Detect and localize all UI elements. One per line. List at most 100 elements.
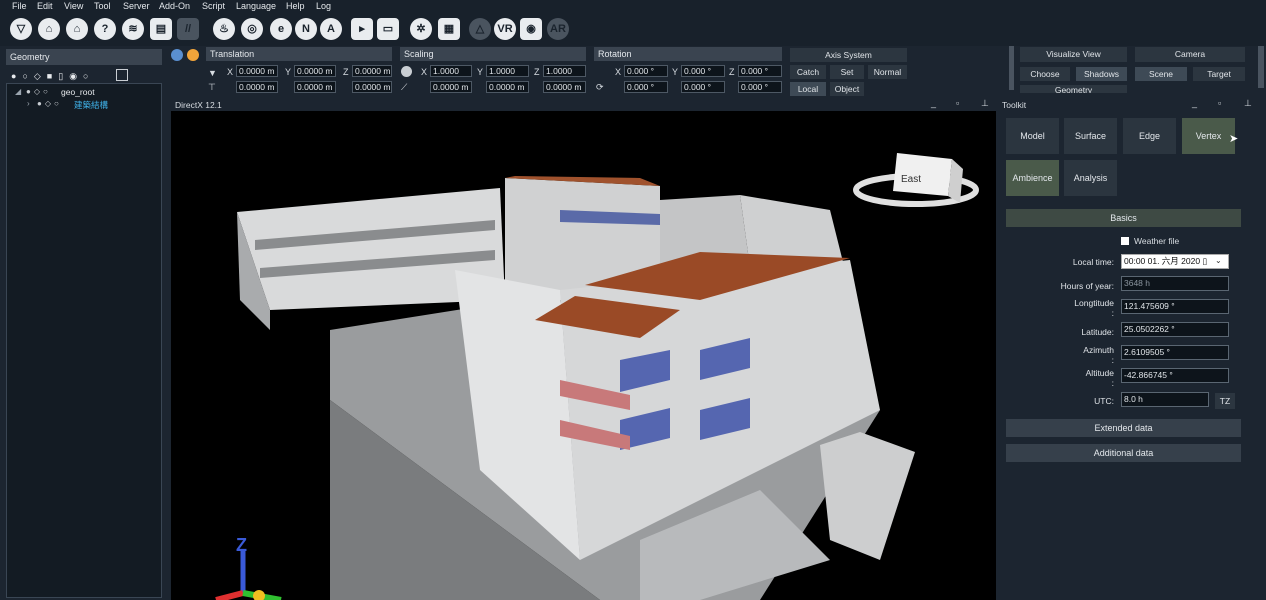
scaling-x2-input[interactable]: 0.0000 m xyxy=(430,81,472,93)
trash-icon[interactable]: ▯ xyxy=(58,71,69,81)
translation-x-input[interactable]: 0.0000 m xyxy=(236,65,278,77)
unlock-icon[interactable]: ◇ xyxy=(34,71,47,81)
toolkit-minimize-icon[interactable]: _ xyxy=(1192,98,1197,108)
calculator-icon[interactable]: ▦ xyxy=(438,18,460,40)
menu-language[interactable]: Language xyxy=(236,1,276,11)
lock-closed-icon[interactable]: ■ xyxy=(47,71,58,81)
hours-input[interactable]: 3648 h xyxy=(1121,276,1229,291)
toolkit-maximize-icon[interactable]: ▫ xyxy=(1218,98,1221,108)
translation-y-input[interactable]: 0.0000 m xyxy=(294,65,336,77)
globe-icon[interactable]: ◎ xyxy=(241,18,263,40)
coordinate-icon[interactable] xyxy=(171,49,183,61)
rotation-x2-input[interactable]: 0.000 ° xyxy=(624,81,668,93)
house-icon[interactable]: ⌂ xyxy=(66,18,88,40)
scaling-y-input[interactable]: 1.0000 xyxy=(486,65,529,77)
menu-view[interactable]: View xyxy=(64,1,83,11)
translation-y2-input[interactable]: 0.0000 m xyxy=(294,81,336,93)
normal-button[interactable]: Normal xyxy=(868,65,907,79)
longitude-input[interactable]: 121.475609 ° xyxy=(1121,299,1229,314)
bulb-icon[interactable]: ● xyxy=(11,71,22,81)
collapse-icon[interactable]: › xyxy=(27,99,30,108)
pin-panel-icon[interactable]: ⊥ xyxy=(981,98,989,109)
altitude-input[interactable]: -42.866745 ° xyxy=(1121,368,1229,383)
menu-script[interactable]: Script xyxy=(202,1,225,11)
ar-icon[interactable]: AR xyxy=(547,18,569,40)
toolkit-pin-icon[interactable]: ⊥ xyxy=(1244,98,1252,109)
node-state-icons[interactable]: ●◇○ xyxy=(26,87,51,96)
maximize-icon[interactable]: ▫ xyxy=(956,98,959,108)
menu-server[interactable]: Server xyxy=(123,1,150,11)
menu-add-on[interactable]: Add-On xyxy=(159,1,190,11)
scene-button[interactable]: Scene xyxy=(1135,67,1187,81)
document-icon[interactable]: ▤ xyxy=(150,18,172,40)
fire-icon[interactable]: ♨ xyxy=(213,18,235,40)
lock-icon[interactable] xyxy=(187,49,199,61)
rotation-y-input[interactable]: 0.000 ° xyxy=(681,65,725,77)
rotation-z2-input[interactable]: 0.000 ° xyxy=(738,81,782,93)
tab-vertex[interactable]: Vertex xyxy=(1182,118,1235,154)
terminal-icon[interactable]: ▸ xyxy=(351,18,373,40)
menu-file[interactable]: File xyxy=(12,1,27,11)
scaling-z2-input[interactable]: 0.0000 m xyxy=(543,81,586,93)
weather-file-checkbox[interactable] xyxy=(1121,237,1129,245)
circle-icon[interactable]: ○ xyxy=(83,71,94,81)
additional-data-section[interactable]: Additional data xyxy=(1006,444,1241,462)
target-icon[interactable]: ◉ xyxy=(69,71,83,81)
rotation-y2-input[interactable]: 0.000 ° xyxy=(681,81,725,93)
tab-surface[interactable]: Surface xyxy=(1064,118,1117,154)
rotation-x-input[interactable]: 0.000 ° xyxy=(624,65,668,77)
help-icon[interactable]: ? xyxy=(94,18,116,40)
camera-icon[interactable]: ◉ xyxy=(520,18,542,40)
filter-icon[interactable]: ▽ xyxy=(10,18,32,40)
translation-x2-input[interactable]: 0.0000 m xyxy=(236,81,278,93)
n-icon[interactable]: N xyxy=(295,18,317,40)
catch-button[interactable]: Catch xyxy=(790,65,826,79)
choose-button[interactable]: Choose xyxy=(1020,67,1070,81)
expand-icon[interactable]: ◢ xyxy=(15,87,21,96)
object-button[interactable]: Object xyxy=(830,82,864,96)
tab-model[interactable]: Model xyxy=(1006,118,1059,154)
menu-tool[interactable]: Tool xyxy=(94,1,111,11)
eplus-icon[interactable]: e xyxy=(270,18,292,40)
ribbon-splitter[interactable] xyxy=(1009,46,1014,90)
bulb-off-icon[interactable]: ○ xyxy=(22,71,33,81)
minimize-icon[interactable]: _ xyxy=(931,98,936,108)
a-icon[interactable]: A xyxy=(320,18,342,40)
utc-input[interactable]: 8.0 h xyxy=(1121,392,1209,407)
menu-help[interactable]: Help xyxy=(286,1,305,11)
vr-icon[interactable]: VR xyxy=(494,18,516,40)
shadows-button[interactable]: Shadows xyxy=(1076,67,1127,81)
local-button[interactable]: Local xyxy=(790,82,826,96)
tree-node-geo-root[interactable]: geo_root xyxy=(61,87,95,97)
target-button[interactable]: Target xyxy=(1193,67,1245,81)
scaling-z-input[interactable]: 1.0000 xyxy=(543,65,586,77)
translation-z2-input[interactable]: 0.0000 m xyxy=(352,81,392,93)
local-time-input[interactable]: 00:00 01. 六月 2020 ▯ xyxy=(1121,254,1229,269)
scaling-y2-input[interactable]: 0.0000 m xyxy=(486,81,529,93)
tree-node-structure[interactable]: 建築結構 xyxy=(74,99,108,111)
basics-section[interactable]: Basics xyxy=(1006,209,1241,227)
tz-button[interactable]: TZ xyxy=(1215,393,1235,409)
rotation-z-input[interactable]: 0.000 ° xyxy=(738,65,782,77)
menu-edit[interactable]: Edit xyxy=(37,1,53,11)
extended-data-section[interactable]: Extended data xyxy=(1006,419,1241,437)
scaling-x-input[interactable]: 1.0000 xyxy=(430,65,472,77)
window-icon[interactable]: ▭ xyxy=(377,18,399,40)
ribbon-scrollbar[interactable] xyxy=(1258,46,1264,88)
scale-uniform-icon[interactable] xyxy=(401,66,412,77)
geometry-partial-button[interactable]: Geometry xyxy=(1020,85,1127,93)
search-icon[interactable] xyxy=(116,69,128,81)
slash-icon[interactable]: // xyxy=(177,18,199,40)
tab-ambience[interactable]: Ambience xyxy=(1006,160,1059,196)
azimuth-input[interactable]: 2.6109505 ° xyxy=(1121,345,1229,360)
plot-icon[interactable]: ≋ xyxy=(122,18,144,40)
translation-z-input[interactable]: 0.0000 m xyxy=(352,65,392,77)
dropdown-chevron-icon[interactable]: ⌄ xyxy=(1215,256,1222,265)
mountain-icon[interactable]: △ xyxy=(469,18,491,40)
tab-edge[interactable]: Edge xyxy=(1123,118,1176,154)
menu-log[interactable]: Log xyxy=(316,1,331,11)
3d-viewport[interactable]: East Z xyxy=(171,111,996,600)
latitude-input[interactable]: 25.0502262 ° xyxy=(1121,322,1229,337)
network-icon[interactable]: ✲ xyxy=(410,18,432,40)
tab-analysis[interactable]: Analysis xyxy=(1064,160,1117,196)
